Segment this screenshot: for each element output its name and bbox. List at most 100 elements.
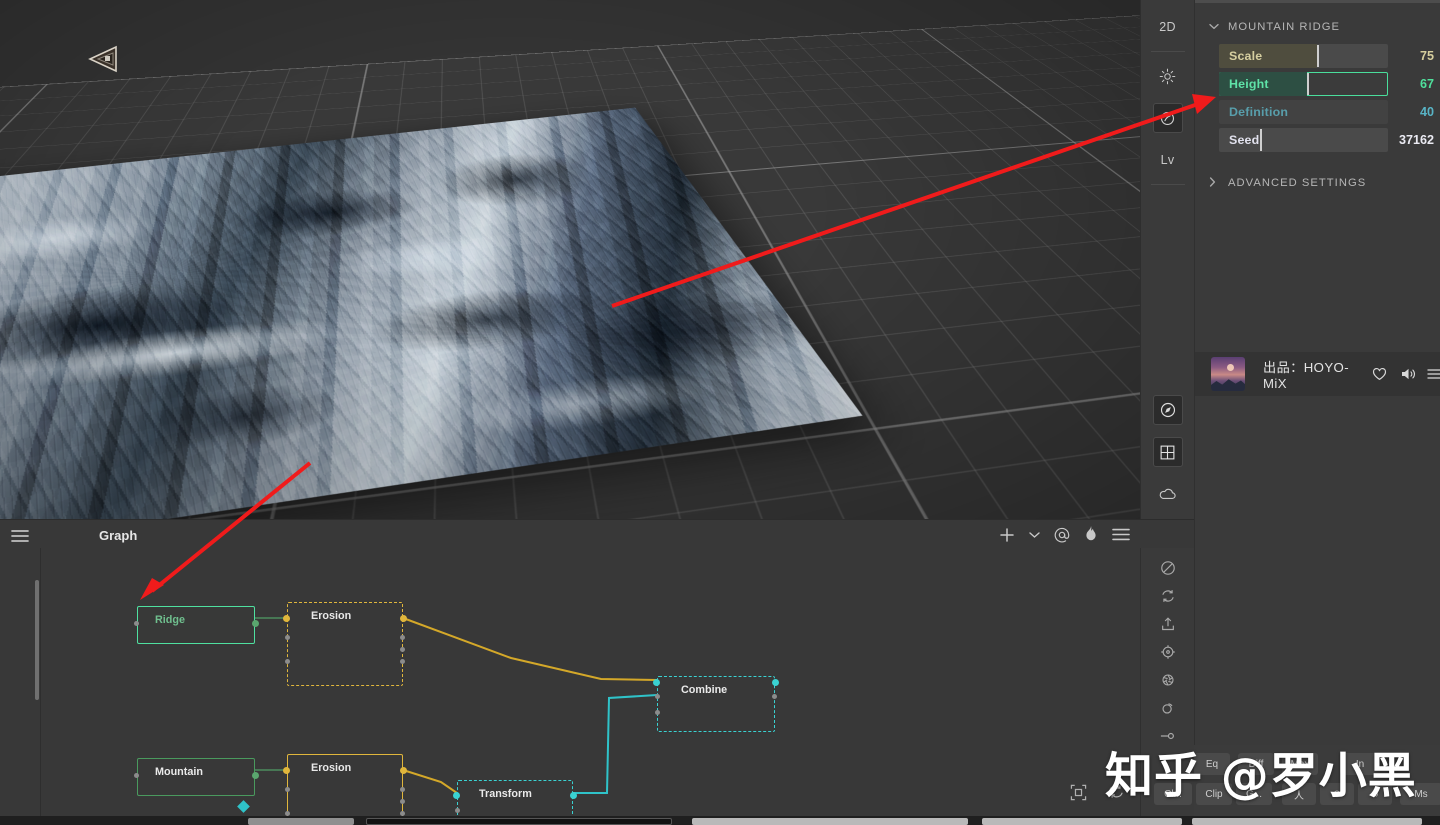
scale-slider[interactable]: Scale	[1219, 44, 1389, 68]
node-erosion-top-label: Erosion	[311, 610, 352, 622]
chevron-down-icon[interactable]	[1209, 23, 1219, 32]
seed-slider-knob[interactable]	[1259, 129, 1262, 151]
node-combine[interactable]: Combine	[653, 676, 779, 732]
node-erosion-top-output-3[interactable]	[400, 647, 405, 652]
album-art-mountains	[1211, 379, 1245, 391]
advanced-settings-header[interactable]: ADVANCED SETTINGS	[1195, 170, 1440, 196]
node-combine-input-1[interactable]	[653, 679, 660, 686]
node-mountain[interactable]: Mountain	[134, 758, 259, 813]
node-ridge-output-port[interactable]	[252, 620, 259, 627]
node-erosion-bottom-output-2[interactable]	[400, 787, 405, 792]
seed-label: Seed	[1229, 133, 1260, 147]
graph-title: Graph	[99, 528, 138, 543]
disable-node-icon[interactable]	[1154, 554, 1182, 582]
param-row-height[interactable]: Height 67	[1219, 72, 1440, 96]
circle-arc-icon[interactable]	[1154, 694, 1182, 722]
definition-slider[interactable]: Definition	[1219, 100, 1389, 124]
height-slider-knob[interactable]	[1306, 73, 1309, 95]
node-erosion-bottom-output-3[interactable]	[400, 799, 405, 804]
node-erosion-bottom-output-1[interactable]	[400, 767, 407, 774]
graph-canvas[interactable]: Ridge Erosion Combine Mountain Erosion T…	[41, 548, 1140, 825]
node-erosion-bottom-label: Erosion	[311, 762, 352, 774]
album-art-sun	[1226, 363, 1234, 371]
flame-icon[interactable]	[1084, 526, 1098, 543]
media-player-bar[interactable]: 出品：HOYO-MiX	[1195, 352, 1440, 396]
viewport-2d-toggle[interactable]: 2D	[1153, 12, 1183, 42]
param-row-seed[interactable]: Seed 37162	[1219, 128, 1440, 152]
speaker-icon[interactable]	[1401, 367, 1417, 381]
node-transform-input-2[interactable]	[455, 808, 460, 813]
cloud-icon[interactable]	[1153, 479, 1183, 509]
viewport-2d-label: 2D	[1159, 20, 1176, 34]
mountain-ridge-group-header[interactable]: MOUNTAIN RIDGE	[1195, 14, 1440, 40]
node-transform[interactable]: Transform	[453, 780, 577, 818]
height-slider[interactable]: Height	[1219, 72, 1389, 96]
node-mountain-input-port[interactable]	[134, 773, 139, 778]
node-combine-input-3[interactable]	[655, 710, 660, 715]
viewport-toolbar[interactable]: 2D Lv	[1140, 0, 1194, 519]
os-taskbar[interactable]	[0, 816, 1440, 825]
grid-icon[interactable]	[1152, 437, 1183, 467]
node-erosion-bottom-input-2[interactable]	[285, 787, 290, 792]
node-combine-input-2[interactable]	[655, 694, 660, 699]
seed-value: 37162	[1398, 133, 1434, 147]
taskbar-item-1[interactable]	[248, 818, 354, 825]
definition-value: 40	[1419, 105, 1434, 119]
param-row-scale[interactable]: Scale 75	[1219, 44, 1440, 68]
param-row-definition[interactable]: Definition 40	[1219, 100, 1440, 124]
taskbar-item-2[interactable]	[366, 818, 672, 825]
compass-icon[interactable]	[1152, 395, 1183, 425]
definition-label: Definition	[1229, 105, 1289, 119]
node-erosion-top-output-1[interactable]	[400, 615, 407, 622]
seed-slider[interactable]: Seed	[1219, 128, 1389, 152]
viewport-level-label: Lv	[1160, 153, 1175, 167]
taskbar-item-3[interactable]	[692, 818, 968, 825]
target-icon[interactable]	[1154, 638, 1182, 666]
chevron-right-icon[interactable]	[1209, 177, 1219, 189]
scale-label: Scale	[1229, 49, 1263, 63]
node-erosion-top[interactable]: Erosion	[283, 602, 407, 686]
playlist-icon[interactable]	[1427, 368, 1440, 380]
refresh-icon[interactable]	[1154, 582, 1182, 610]
viewport-level-button[interactable]: Lv	[1153, 145, 1183, 175]
taskbar-item-5[interactable]	[1192, 818, 1422, 825]
heart-icon[interactable]	[1372, 367, 1387, 381]
rail-divider-2	[1150, 184, 1185, 185]
node-combine-output-1[interactable]	[772, 679, 779, 686]
node-erosion-top-input-1[interactable]	[283, 615, 290, 622]
chevron-down-icon[interactable]	[1029, 531, 1040, 539]
sun-icon[interactable]	[1153, 61, 1183, 91]
node-erosion-top-input-3[interactable]	[285, 659, 290, 664]
node-erosion-top-output-2[interactable]	[400, 635, 405, 640]
frame-selection-icon[interactable]	[1070, 784, 1087, 807]
hamburger-icon[interactable]	[10, 529, 30, 543]
node-ridge-input-port[interactable]	[134, 621, 139, 626]
shutter-icon[interactable]	[1154, 666, 1182, 694]
graph-scrollbar[interactable]	[35, 580, 39, 700]
node-erosion-bottom[interactable]: Erosion	[283, 754, 407, 825]
taskbar-item-4[interactable]	[982, 818, 1182, 825]
node-erosion-top-input-2[interactable]	[285, 635, 290, 640]
export-icon[interactable]	[1154, 610, 1182, 638]
node-ridge[interactable]: Ridge	[134, 606, 259, 644]
scale-slider-knob[interactable]	[1317, 45, 1320, 67]
node-transform-label: Transform	[479, 788, 532, 800]
node-transform-output-port[interactable]	[570, 792, 577, 799]
graph-toolbar[interactable]	[999, 526, 1130, 543]
panel-top-divider	[1195, 0, 1440, 3]
view-orientation-gizmo-icon[interactable]	[86, 44, 122, 74]
graph-left-strip	[0, 548, 41, 825]
scale-value: 75	[1419, 49, 1434, 63]
node-transform-input-1[interactable]	[453, 792, 460, 799]
node-erosion-top-output-4[interactable]	[400, 659, 405, 664]
graph-menu-icon[interactable]	[1112, 528, 1130, 541]
album-art[interactable]	[1211, 357, 1245, 391]
rail-divider	[1150, 51, 1185, 52]
add-node-button[interactable]	[999, 527, 1015, 543]
node-mountain-output-port[interactable]	[252, 772, 259, 779]
node-combine-output-2[interactable]	[772, 694, 777, 699]
camera-orbit-icon[interactable]	[1152, 103, 1183, 133]
at-mention-icon[interactable]	[1054, 527, 1070, 543]
3d-viewport[interactable]	[0, 0, 1140, 519]
node-erosion-bottom-input-1[interactable]	[283, 767, 290, 774]
